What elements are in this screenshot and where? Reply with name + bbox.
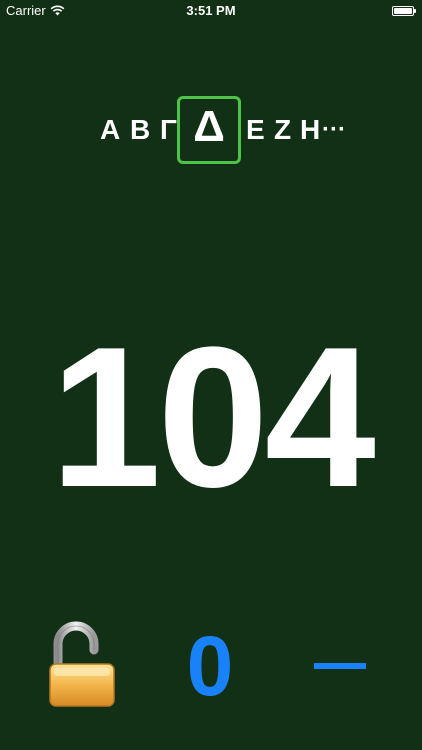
letter-delta-selected[interactable]: Δ <box>177 98 241 156</box>
battery-icon <box>392 6 416 16</box>
score-value: 0 <box>186 619 234 713</box>
minus-icon <box>314 663 366 669</box>
letter-eta[interactable]: Η <box>300 114 320 146</box>
letter-zeta[interactable]: Ζ <box>274 114 291 146</box>
letter-ellipsis[interactable]: ··· <box>322 114 346 146</box>
status-time: 3:51 PM <box>186 3 236 18</box>
greek-letter-strip[interactable]: Α Β Γ Δ Ε Ζ Η ··· <box>0 96 422 168</box>
letter-gamma[interactable]: Γ <box>160 114 177 146</box>
minus-button[interactable] <box>306 640 374 690</box>
letter-beta[interactable]: Β <box>130 114 150 146</box>
letter-alpha[interactable]: Α <box>100 114 120 146</box>
status-bar: Carrier 3:51 PM <box>0 0 422 22</box>
letter-epsilon[interactable]: Ε <box>246 114 265 146</box>
counter-value[interactable]: 104 <box>0 318 422 518</box>
battery-fill <box>394 8 412 14</box>
unlocked-padlock-icon[interactable] <box>48 618 118 710</box>
